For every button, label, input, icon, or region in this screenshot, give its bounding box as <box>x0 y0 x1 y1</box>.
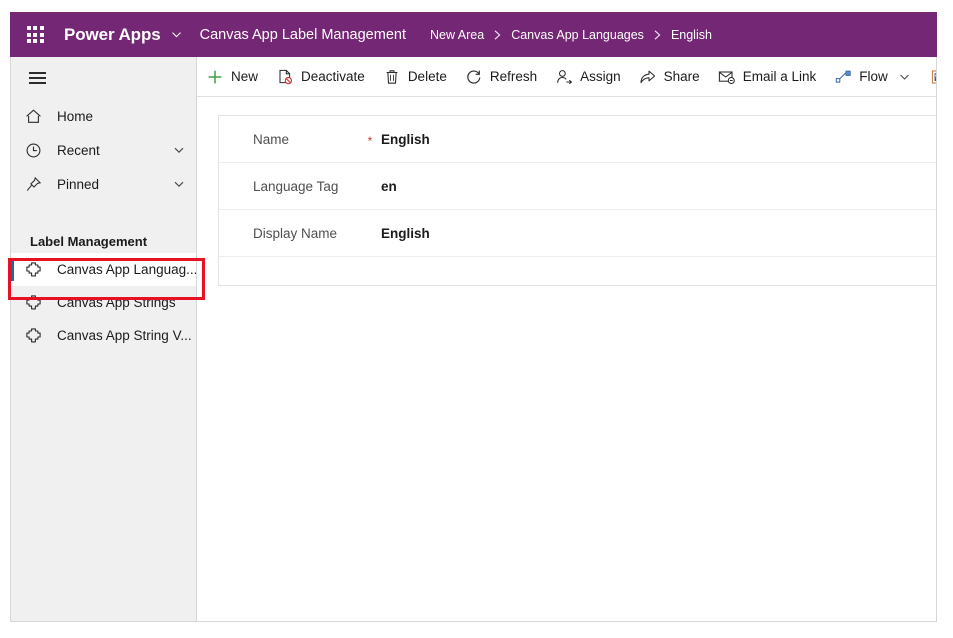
flow-button[interactable]: Flow <box>825 57 920 96</box>
form-card: Name * English Language Tag en Display N… <box>218 115 936 286</box>
share-button[interactable]: Share <box>630 57 709 96</box>
email-link-icon <box>718 69 736 85</box>
deactivate-button[interactable]: Deactivate <box>267 57 374 96</box>
app-name-label: Canvas App Label Management <box>199 26 406 43</box>
assign-button-label: Assign <box>580 69 621 84</box>
form-row-display-name: Display Name English <box>219 210 936 257</box>
sidebar-group-title: Label Management <box>30 233 148 249</box>
sidebar-item-recent-label: Recent <box>57 142 100 158</box>
sidebar-item-home[interactable]: Home <box>11 99 196 133</box>
brand-chevron-down-icon[interactable] <box>170 28 183 41</box>
trash-icon <box>383 69 401 85</box>
breadcrumb: New Area Canvas App Languages English <box>430 28 712 42</box>
entity-icon-2 <box>25 294 49 311</box>
refresh-button[interactable]: Refresh <box>456 57 546 96</box>
delete-button-label: Delete <box>407 69 447 84</box>
new-button[interactable]: New <box>197 57 267 96</box>
word-template-button[interactable] <box>920 57 936 96</box>
app-launcher-button[interactable] <box>18 12 52 57</box>
breadcrumb-separator-icon-2 <box>653 29 662 41</box>
waffle-icon <box>26 26 44 43</box>
sidebar-item-pinned-label: Pinned <box>57 176 100 192</box>
form-label-display-name: Display Name <box>253 225 338 241</box>
assign-icon <box>555 69 573 85</box>
app-root: Power Apps Canvas App Label Management N… <box>0 0 953 638</box>
entity-icon <box>25 261 49 278</box>
brand-title: Power Apps <box>64 24 161 44</box>
top-navigation-bar: Power Apps Canvas App Label Management N… <box>10 12 937 57</box>
required-marker-language-tag <box>359 185 381 188</box>
form-row-spacer <box>219 257 936 285</box>
form-value-display-name[interactable]: English <box>381 226 430 241</box>
form-row-language-tag: Language Tag en <box>219 163 936 210</box>
delete-button[interactable]: Delete <box>374 57 456 96</box>
pin-icon <box>25 176 49 193</box>
required-marker-name: * <box>367 133 373 148</box>
sidebar-item-recent[interactable]: Recent <box>11 133 196 167</box>
assign-button[interactable]: Assign <box>546 57 630 96</box>
email-a-link-button-label: Email a Link <box>742 69 817 84</box>
breadcrumb-item-area[interactable]: New Area <box>430 28 484 42</box>
sidebar-item-canvas-app-languages-label: Canvas App Languag... <box>57 262 197 277</box>
chevron-down-icon-flow[interactable] <box>898 70 911 83</box>
sidebar: Home Recent Pinned Label Management Canv… <box>11 57 197 621</box>
chevron-down-icon-2[interactable] <box>172 177 186 191</box>
required-marker-display-name <box>359 232 381 235</box>
chevron-down-icon[interactable] <box>172 143 186 157</box>
breadcrumb-separator-icon <box>493 29 502 41</box>
clock-icon <box>25 142 49 159</box>
sidebar-item-canvas-app-string-values[interactable]: Canvas App String V... <box>11 319 196 352</box>
form-value-language-tag[interactable]: en <box>381 179 397 194</box>
sidebar-item-canvas-app-string-values-label: Canvas App String V... <box>57 328 192 343</box>
flow-button-label: Flow <box>859 69 888 84</box>
refresh-icon <box>465 69 483 85</box>
hamburger-menu-button[interactable] <box>11 57 196 99</box>
command-bar: New Deactivate Delete Refresh Assign Sha… <box>197 57 936 97</box>
plus-icon <box>206 69 224 85</box>
word-icon <box>929 69 936 85</box>
breadcrumb-item-record: English <box>670 27 712 42</box>
share-button-label: Share <box>663 69 700 84</box>
flow-icon <box>834 69 852 85</box>
entity-icon-3 <box>25 327 49 344</box>
sidebar-item-canvas-app-strings-label: Canvas App Strings <box>57 295 176 310</box>
refresh-button-label: Refresh <box>489 69 538 84</box>
deactivate-icon <box>276 69 294 85</box>
sidebar-item-pinned[interactable]: Pinned <box>11 167 196 201</box>
form-label-language-tag: Language Tag <box>253 178 339 194</box>
sidebar-item-canvas-app-strings[interactable]: Canvas App Strings <box>11 286 196 319</box>
hamburger-icon <box>29 73 46 83</box>
breadcrumb-item-entity[interactable]: Canvas App Languages <box>511 28 644 42</box>
form-row-name: Name * English <box>219 116 936 163</box>
sidebar-item-canvas-app-languages[interactable]: Canvas App Languag... <box>11 253 196 286</box>
deactivate-button-label: Deactivate <box>301 69 365 84</box>
form-value-name[interactable]: English <box>381 132 430 147</box>
form-label-name: Name <box>253 131 290 147</box>
new-button-label: New <box>231 69 259 84</box>
share-icon <box>639 69 657 85</box>
home-icon <box>25 108 49 125</box>
email-a-link-button[interactable]: Email a Link <box>709 57 826 96</box>
sidebar-item-home-label: Home <box>57 108 94 124</box>
